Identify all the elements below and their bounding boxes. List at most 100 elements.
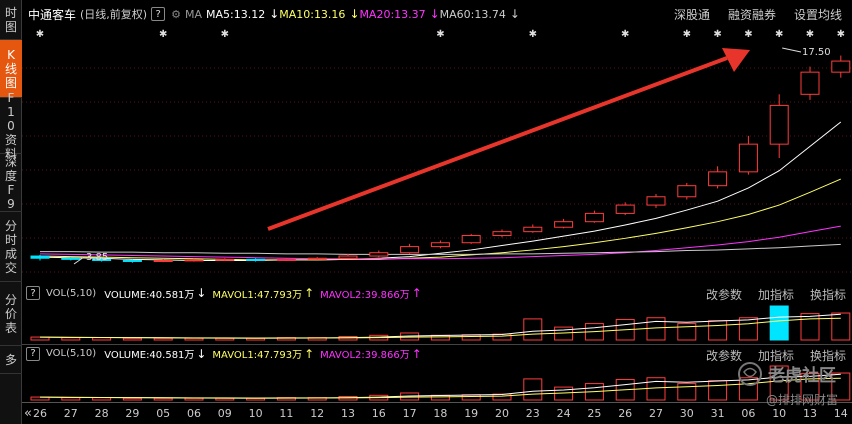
candle	[677, 182, 697, 200]
sidebar-tab-label: F10资料	[4, 90, 17, 161]
candle-body	[461, 235, 481, 244]
sz-connect-button[interactable]: 深股通	[674, 6, 710, 23]
volume-bar	[122, 397, 142, 401]
candle	[307, 257, 327, 260]
header-buttons: 深股通 融资融券 设置均线	[674, 6, 842, 23]
sidebar-tab-1[interactable]: K线图	[0, 40, 22, 98]
down-arrow-icon: ↓	[196, 346, 207, 361]
event-marker-icon: ✱	[775, 29, 783, 40]
event-marker-icon: ✱	[683, 29, 691, 40]
date-tick-label: 23	[525, 407, 540, 420]
sidebar-tab-label: 时图	[4, 5, 17, 34]
date-tick-label: 26	[33, 407, 47, 420]
candle-body	[584, 212, 604, 223]
down-arrow-icon: ↓	[196, 286, 207, 300]
volume-bar	[61, 397, 81, 401]
mavol1-value: MAVOL1:47.793万	[212, 350, 303, 361]
volume-bar	[769, 305, 789, 341]
vol-panel-header: ? VOL(5,10) VOLUME:40.581万 ↓ MAVOL1:47.7…	[22, 284, 852, 302]
volume-chart-2[interactable]	[22, 362, 852, 402]
candle-body	[554, 221, 574, 228]
volume-bar	[153, 337, 173, 341]
candle	[246, 258, 266, 262]
candle-body	[30, 255, 50, 259]
event-marker-icon: ✱	[806, 29, 814, 40]
sidebar-tab-6[interactable]: 多	[0, 346, 22, 374]
mavol2-value: MAVOL2:39.866万	[320, 289, 410, 301]
sidebar-tab-5[interactable]: 分价表	[0, 282, 22, 346]
watermark-text: 老虎社区	[768, 366, 836, 386]
ma20-value: MA20:13.37	[359, 7, 426, 21]
help-button[interactable]: ?	[26, 286, 40, 300]
sidebar-tab-2[interactable]: F10资料	[0, 91, 22, 161]
volume-bar	[831, 312, 851, 341]
candle	[708, 166, 728, 189]
scroll-left-icon[interactable]: «	[24, 406, 32, 421]
sidebar: 时图 K线图 F10资料 深度F9 分时成交 分价表多	[0, 0, 22, 424]
ma-label: MA	[184, 7, 202, 21]
margin-trading-button[interactable]: 融资融券	[728, 6, 776, 23]
mavol2-value: MAVOL2:39.866万	[320, 350, 410, 361]
date-tick-label: 26	[618, 407, 633, 420]
set-ma-button[interactable]: 设置均线	[794, 6, 842, 23]
edit-params-button[interactable]: 改参数	[706, 286, 742, 303]
date-tick-label: 06	[187, 407, 201, 420]
mavol1-value: MAVOL1:47.793万	[212, 289, 303, 301]
gear-icon[interactable]: ⚙	[171, 8, 181, 21]
volume-bar	[523, 318, 543, 341]
candle	[584, 210, 604, 223]
tiger-logo-icon	[738, 362, 762, 386]
sidebar-tab-label: K线图	[4, 47, 17, 90]
event-marker-icon: ✱	[36, 29, 44, 40]
switch-indicator-button[interactable]: 换指标	[810, 286, 846, 303]
candle	[523, 224, 543, 233]
watermark-subtext: @排排网财富	[766, 393, 839, 407]
event-marker-icon: ✱	[713, 29, 721, 40]
candle-body	[677, 185, 697, 198]
candle-body	[800, 71, 820, 95]
date-tick-label: 20	[495, 407, 509, 420]
date-tick-label: 31	[710, 407, 725, 420]
candle-body	[246, 258, 266, 261]
up-arrow-icon: ↑	[304, 346, 315, 361]
down-arrow-icon: ↓	[509, 7, 520, 21]
candle	[369, 250, 389, 258]
date-tick-label: 29	[125, 407, 140, 420]
date-tick-label: 09	[217, 407, 232, 420]
candle-body	[307, 257, 327, 260]
kline-chart[interactable]: ✱ ✱ ✱ ✱ ✱ ✱ ✱ ✱ ✱ ✱ ✱ ✱ 17.50 3.85	[22, 28, 852, 282]
date-tick-label: 27	[63, 407, 78, 420]
candle	[400, 243, 420, 254]
candle-body	[831, 60, 851, 73]
date-tick-label: 28	[94, 407, 109, 420]
candle-body	[523, 226, 543, 233]
candle	[30, 254, 50, 261]
sidebar-tab-label: 多	[4, 352, 17, 367]
ma60-value: MA60:13.74	[439, 7, 506, 21]
volume-value: VOLUME:40.581万	[104, 289, 195, 301]
vol-title: VOL(5,10)	[46, 348, 97, 359]
sidebar-tab-3[interactable]: 深度F9	[0, 154, 22, 212]
candle	[646, 194, 666, 208]
volume-chart[interactable]	[22, 302, 852, 342]
ma-line-ma5	[39, 121, 842, 261]
sidebar-tab-label: 深度F9	[4, 154, 17, 211]
help-button[interactable]: ?	[151, 7, 166, 21]
date-tick-label: 05	[156, 407, 171, 420]
candle	[554, 218, 574, 229]
up-arrow-icon: ↑	[411, 286, 422, 300]
add-indicator-button[interactable]: 加指标	[758, 286, 794, 303]
date-tick-label: 25	[587, 407, 602, 420]
volume-bar	[800, 313, 820, 341]
sidebar-tab-4[interactable]: 分时成交	[0, 212, 22, 282]
help-button[interactable]: ?	[26, 346, 40, 361]
candle-body	[122, 259, 142, 262]
volume-bar	[708, 380, 728, 401]
sidebar-tab-0[interactable]: 时图	[0, 0, 22, 40]
volume-bar	[61, 337, 81, 341]
stock-name: 中通客车	[28, 7, 77, 22]
event-marker-icon: ✱	[744, 29, 752, 40]
date-tick-label: 19	[464, 407, 479, 420]
low-price-label: 3.85	[86, 252, 108, 263]
volume-bar	[92, 337, 112, 341]
